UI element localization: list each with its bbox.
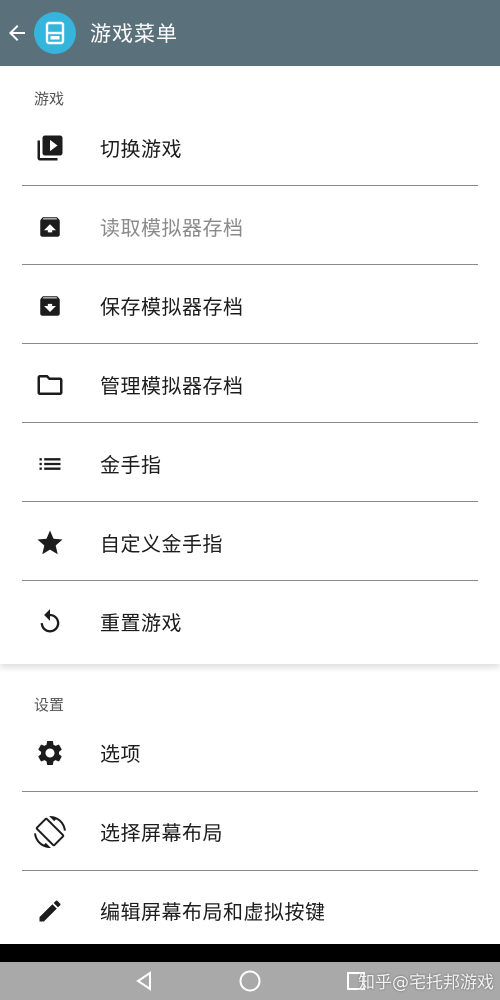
menu-item-label: 选项 <box>100 742 141 766</box>
menu-item-label: 编辑屏幕布局和虚拟按键 <box>100 900 326 924</box>
menu-item-label: 读取模拟器存档 <box>100 216 244 240</box>
divider <box>22 343 478 344</box>
divider <box>22 422 478 423</box>
divider <box>22 501 478 502</box>
menu-item-manage-states[interactable]: 管理模拟器存档 <box>0 345 500 424</box>
menu-item-custom-cheats[interactable]: 自定义金手指 <box>0 503 500 582</box>
load-state-icon <box>34 211 66 243</box>
settings-section: 设置 选项 选择屏幕布局 编辑屏幕布局和虚拟按键 <box>0 672 500 944</box>
list-icon <box>34 448 66 480</box>
menu-item-load-state[interactable]: 读取模拟器存档 <box>0 187 500 266</box>
menu-item-label: 管理模拟器存档 <box>100 374 244 398</box>
menu-item-save-state[interactable]: 保存模拟器存档 <box>0 266 500 345</box>
nav-home-button[interactable] <box>234 962 266 1000</box>
app-bar: 游戏菜单 <box>0 0 500 66</box>
menu-item-label: 选择屏幕布局 <box>100 821 223 845</box>
nav-back-icon <box>136 971 151 991</box>
menu-item-reset-game[interactable]: 重置游戏 <box>0 582 500 661</box>
switch-game-icon <box>34 132 66 164</box>
back-button[interactable] <box>0 0 34 66</box>
menu-item-label: 金手指 <box>100 453 162 477</box>
pencil-icon <box>34 895 66 927</box>
menu-item-screen-layout[interactable]: 选择屏幕布局 <box>0 792 500 871</box>
folder-icon <box>34 369 66 401</box>
menu-item-options[interactable]: 选项 <box>0 713 500 792</box>
reset-icon <box>34 606 66 638</box>
nav-back-button[interactable] <box>128 962 160 1000</box>
arrow-back-icon <box>9 25 25 41</box>
menu-item-label: 保存模拟器存档 <box>100 295 244 319</box>
gear-icon <box>34 737 66 769</box>
menu-item-edit-layout[interactable]: 编辑屏幕布局和虚拟按键 <box>0 871 500 950</box>
nav-home-icon <box>239 970 261 992</box>
menu-item-cheats[interactable]: 金手指 <box>0 424 500 503</box>
save-state-icon <box>34 290 66 322</box>
divider <box>22 580 478 581</box>
menu-item-label: 重置游戏 <box>100 611 182 635</box>
screen-rotation-icon <box>34 815 66 848</box>
page-title: 游戏菜单 <box>90 22 178 46</box>
menu-item-label: 切换游戏 <box>100 137 182 161</box>
games-section-header: 游戏 <box>34 90 65 108</box>
menu-item-switch-game[interactable]: 切换游戏 <box>0 108 500 187</box>
divider <box>22 264 478 265</box>
console-logo-icon <box>34 12 76 54</box>
games-section: 游戏 切换游戏 读取模拟器存档 保存模拟器存档 管理模拟器存档 金手指 自定义金… <box>0 66 500 664</box>
star-icon <box>34 527 66 559</box>
settings-section-header: 设置 <box>34 696 65 714</box>
divider <box>22 185 478 186</box>
menu-item-label: 自定义金手指 <box>100 532 223 556</box>
watermark: 知乎@宅托邦游戏 <box>358 973 494 993</box>
